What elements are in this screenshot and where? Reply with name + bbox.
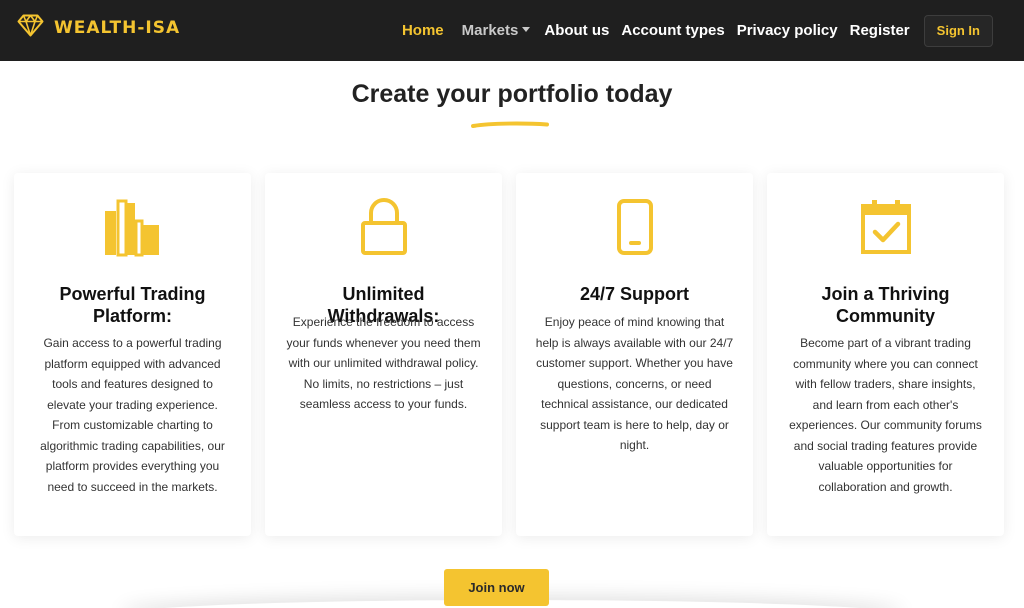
main-nav: Home Markets About us Account types Priv… bbox=[396, 0, 1024, 61]
card-title: Join a Thriving Community bbox=[821, 284, 950, 326]
feature-card-withdrawals: Unlimited Withdrawals: Experience the fr… bbox=[265, 173, 502, 536]
brand[interactable]: WEALTH-ISA bbox=[17, 14, 180, 42]
nav-markets-label: Markets bbox=[461, 22, 519, 39]
nav-account-types[interactable]: Account types bbox=[615, 22, 730, 39]
nav-register[interactable]: Register bbox=[844, 22, 916, 39]
caret-down-icon bbox=[522, 27, 531, 32]
feature-card-trading-platform: Powerful Trading Platform: Gain access t… bbox=[14, 173, 251, 536]
bar-chart-icon bbox=[14, 195, 251, 259]
title-underline bbox=[471, 121, 549, 128]
card-title: Powerful Trading Platform: bbox=[59, 284, 206, 326]
card-text: Become part of a vibrant trading communi… bbox=[789, 336, 982, 494]
diamond-icon bbox=[17, 14, 44, 42]
nav-about-us[interactable]: About us bbox=[538, 22, 615, 39]
brand-name: WEALTH-ISA bbox=[54, 18, 181, 38]
mobile-phone-icon bbox=[516, 195, 753, 259]
sign-in-button[interactable]: Sign In bbox=[923, 14, 993, 47]
card-text: Gain access to a powerful trading platfo… bbox=[40, 336, 225, 494]
card-text: Experience the freedom to access your fu… bbox=[286, 315, 481, 411]
section-title: Create your portfolio today bbox=[351, 80, 673, 108]
join-now-button[interactable]: Join now bbox=[444, 569, 549, 606]
lock-icon bbox=[265, 195, 502, 259]
top-navbar: WEALTH-ISA Home Markets About us Account… bbox=[0, 0, 1024, 61]
nav-markets[interactable]: Markets bbox=[456, 22, 537, 39]
card-text: Enjoy peace of mind knowing that help is… bbox=[535, 315, 734, 452]
feature-card-support: 24/7 Support Enjoy peace of mind knowing… bbox=[516, 173, 753, 536]
nav-home[interactable]: Home bbox=[396, 22, 450, 39]
nav-privacy-policy[interactable]: Privacy policy bbox=[731, 22, 844, 39]
card-title: 24/7 Support bbox=[579, 284, 690, 304]
feature-card-community: Join a Thriving Community Become part of… bbox=[767, 173, 1004, 536]
calendar-check-icon bbox=[767, 195, 1004, 259]
